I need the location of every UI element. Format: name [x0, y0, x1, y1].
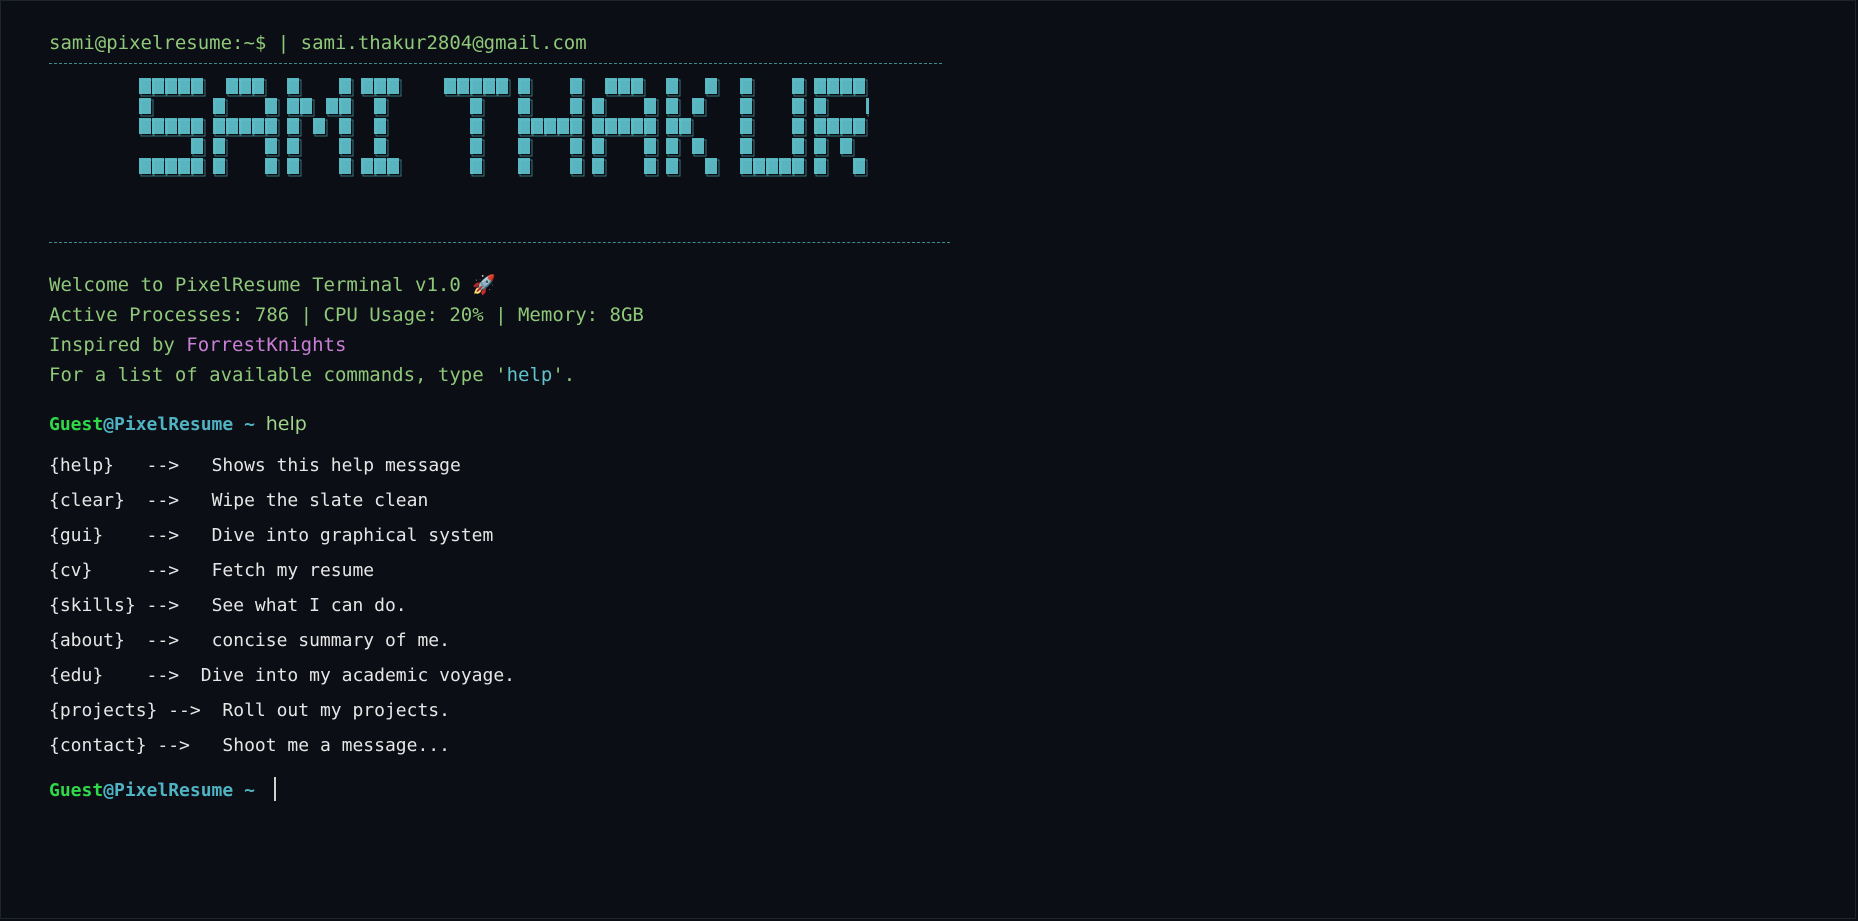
- help-hint-command: help: [506, 364, 553, 386]
- prompt-line-active[interactable]: Guest@PixelResume ~: [49, 777, 1249, 805]
- text-cursor[interactable]: [273, 777, 276, 801]
- rocket-icon: 🚀: [472, 274, 496, 296]
- help-arrow: -->: [146, 735, 223, 756]
- help-description: Fetch my resume: [211, 560, 375, 581]
- help-command: {skills}: [49, 595, 136, 616]
- help-description: concise summary of me.: [211, 630, 450, 651]
- help-description: Roll out my projects.: [222, 700, 450, 721]
- help-description: Shoot me a message...: [222, 735, 450, 756]
- quote-close: ': [552, 364, 564, 386]
- help-command: {contact}: [49, 735, 147, 756]
- header-line: sami@pixelresume:~$ | sami.thakur2804@gm…: [49, 32, 587, 54]
- help-arrow: -->: [124, 490, 212, 511]
- help-hint-suffix: .: [563, 364, 576, 386]
- prompt-host: @PixelResume: [103, 780, 234, 801]
- prompt-host: @PixelResume: [103, 414, 234, 435]
- entered-command: help: [265, 413, 307, 435]
- help-command: {edu}: [49, 665, 104, 686]
- help-row: {clear} --> Wipe the slate clean: [49, 483, 1249, 518]
- prompt-line-history: Guest@PixelResume ~ help: [49, 410, 1249, 438]
- help-hint-prefix: For a list of available commands, type: [49, 364, 496, 386]
- help-arrow: -->: [135, 595, 212, 616]
- help-output: {help} --> Shows this help message {clea…: [49, 448, 1249, 763]
- help-command: {help}: [49, 455, 115, 476]
- help-row: {gui} --> Dive into graphical system: [49, 518, 1249, 553]
- help-row: {about} --> concise summary of me.: [49, 623, 1249, 658]
- terminal-window[interactable]: sami@pixelresume:~$ | sami.thakur2804@gm…: [0, 0, 1856, 919]
- banner-name-art: [139, 78, 869, 177]
- help-arrow: -->: [92, 560, 212, 581]
- inspired-prefix: Inspired by: [49, 334, 187, 356]
- help-row: {edu} --> Dive into my academic voyage.: [49, 658, 1249, 693]
- help-description: See what I can do.: [211, 595, 407, 616]
- help-description: Dive into my academic voyage.: [200, 665, 516, 686]
- prompt-tilde: ~: [233, 414, 266, 435]
- help-arrow: -->: [103, 525, 212, 546]
- help-hint-line: For a list of available commands, type '…: [49, 360, 1249, 390]
- ascii-banner: [49, 64, 1249, 242]
- help-arrow: -->: [103, 665, 201, 686]
- help-description: Wipe the slate clean: [211, 490, 429, 511]
- help-row: {contact} --> Shoot me a message...: [49, 728, 1249, 763]
- prompt-tilde: ~: [233, 780, 266, 801]
- help-arrow: -->: [157, 700, 223, 721]
- help-row: {help} --> Shows this help message: [49, 448, 1249, 483]
- welcome-text: Welcome to PixelResume Terminal v1.0: [49, 274, 473, 296]
- help-description: Shows this help message: [211, 455, 461, 476]
- help-arrow: -->: [114, 455, 212, 476]
- inspired-line: Inspired by ForrestKnights: [49, 330, 1249, 360]
- divider-bottom: [49, 242, 950, 243]
- help-description: Dive into graphical system: [211, 525, 494, 546]
- forrestknights-link[interactable]: ForrestKnights: [186, 334, 346, 356]
- help-row: {projects} --> Roll out my projects.: [49, 693, 1249, 728]
- prompt-user: Guest: [49, 780, 104, 801]
- prompt-user: Guest: [49, 414, 104, 435]
- system-stats-line: Active Processes: 786 | CPU Usage: 20% |…: [49, 304, 644, 326]
- help-row: {skills} --> See what I can do.: [49, 588, 1249, 623]
- help-arrow: -->: [124, 630, 212, 651]
- help-command: {about}: [49, 630, 125, 651]
- quote-open: ': [495, 364, 507, 386]
- welcome-block: Welcome to PixelResume Terminal v1.0 🚀 A…: [49, 270, 1249, 390]
- help-row: {cv} --> Fetch my resume: [49, 553, 1249, 588]
- help-command: {gui}: [49, 525, 104, 546]
- terminal-content: sami@pixelresume:~$ | sami.thakur2804@gm…: [49, 23, 1249, 805]
- welcome-line: Welcome to PixelResume Terminal v1.0 🚀: [49, 270, 1249, 300]
- help-command: {projects}: [49, 700, 158, 721]
- help-command: {clear}: [49, 490, 125, 511]
- help-command: {cv}: [49, 560, 93, 581]
